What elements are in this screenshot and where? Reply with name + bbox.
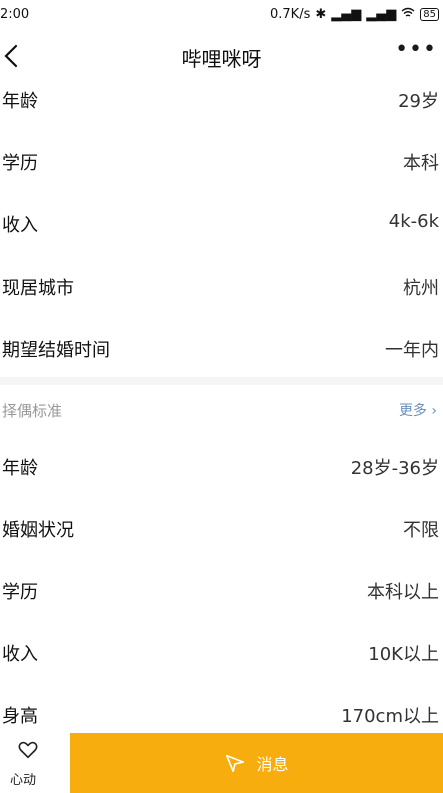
heart-button[interactable]: 心动 — [0, 733, 70, 793]
row-label: 收入 — [2, 644, 38, 665]
criteria-title: 择偶标准 — [2, 402, 63, 420]
send-icon — [226, 754, 245, 773]
row-label: 年龄 — [2, 91, 38, 112]
message-button[interactable]: 消息 — [70, 733, 443, 793]
more-dots-icon: ••• — [395, 37, 437, 62]
profile-row-income: 收入 4k-6k — [0, 194, 443, 254]
criteria-row-income: 收入 10K以上 — [0, 623, 443, 683]
criteria-more-link[interactable]: 更多 › — [399, 400, 437, 420]
row-value: 170cm以上 — [341, 706, 439, 727]
row-value: 28岁-36岁 — [350, 458, 439, 479]
row-value: 29岁 — [398, 91, 439, 112]
row-label: 学历 — [2, 582, 38, 603]
status-time: 2:00 — [0, 7, 30, 22]
row-value: 一年内 — [385, 340, 439, 361]
battery-icon: 85 — [420, 8, 439, 21]
bottom-action-bar: 心动 消息 — [0, 733, 443, 793]
message-label: 消息 — [256, 755, 289, 774]
row-label: 婚姻状况 — [2, 520, 74, 541]
row-label: 身高 — [2, 706, 38, 727]
signal-icon-2: ▂▄▆ — [366, 7, 397, 22]
signal-icon: ▂▄▆ — [331, 7, 362, 22]
row-value: 不限 — [403, 520, 439, 541]
status-bar: 2:00 0.7K/s ✱ ▂▄▆ ▂▄▆ 85 — [0, 0, 443, 30]
profile-row-education: 学历 本科 — [0, 132, 443, 192]
heart-icon — [18, 741, 38, 759]
row-label: 收入 — [2, 215, 38, 236]
heart-label: 心动 — [10, 773, 37, 788]
row-value: 10K以上 — [368, 644, 439, 665]
more-button[interactable]: ••• — [395, 37, 437, 62]
criteria-header: 择偶标准 更多 › — [0, 390, 443, 428]
criteria-row-marital: 婚姻状况 不限 — [0, 499, 443, 559]
profile-row-marriage-time: 期望结婚时间 一年内 — [0, 319, 443, 379]
profile-row-age: 年龄 29岁 — [0, 70, 443, 130]
row-value: 杭州 — [403, 278, 439, 299]
status-icons: 0.7K/s ✱ ▂▄▆ ▂▄▆ 85 — [270, 7, 439, 22]
profile-row-city: 现居城市 杭州 — [0, 257, 443, 317]
criteria-row-age: 年龄 28岁-36岁 — [0, 437, 443, 497]
page-title: 哔哩咪呀 — [181, 47, 262, 71]
row-label: 期望结婚时间 — [2, 340, 110, 361]
chevron-right-icon: › — [431, 403, 437, 419]
row-value: 4k-6k — [388, 211, 439, 232]
row-label: 学历 — [2, 153, 38, 174]
row-value: 本科 — [403, 153, 439, 174]
row-label: 现居城市 — [2, 278, 74, 299]
bluetooth-icon: ✱ — [315, 7, 327, 22]
row-value: 本科以上 — [367, 582, 439, 603]
network-speed: 0.7K/s — [270, 7, 311, 22]
row-label: 年龄 — [2, 458, 38, 479]
criteria-row-education: 学历 本科以上 — [0, 561, 443, 621]
section-divider — [0, 377, 443, 385]
more-label: 更多 — [398, 403, 427, 419]
wifi-icon — [401, 7, 415, 22]
